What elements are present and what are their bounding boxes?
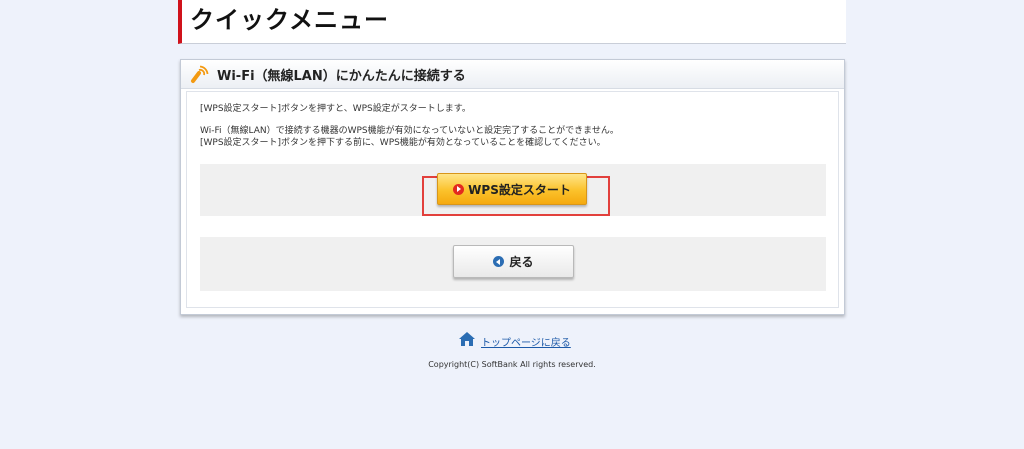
panel-header: Wi-Fi（無線LAN）にかんたんに接続する — [181, 60, 844, 89]
description-line-1: [WPS設定スタート]ボタンを押すと、WPS設定がスタートします。 — [200, 104, 471, 114]
panel-body: [WPS設定スタート]ボタンを押すと、WPS設定がスタートします。 Wi-Fi（… — [186, 91, 839, 308]
play-icon — [453, 183, 465, 195]
back-button-label: 戻る — [509, 255, 534, 269]
panel-title: Wi-Fi（無線LAN）にかんたんに接続する — [217, 68, 466, 84]
description-line-2: Wi-Fi（無線LAN）で接続する機器のWPS機能が有効になっていないと設定完了… — [200, 126, 619, 136]
description-line-3: [WPS設定スタート]ボタンを押下する前に、WPS機能が有効となっていることを確… — [200, 138, 606, 148]
home-icon — [458, 331, 476, 351]
wps-start-button[interactable]: WPS設定スタート — [437, 173, 587, 205]
top-page-link-text[interactable]: トップページに戻る — [481, 334, 571, 349]
page-title: クイックメニュー — [190, 6, 390, 34]
title-bar: クイックメニュー — [178, 0, 846, 44]
back-arrow-icon — [493, 256, 505, 267]
wifi-connect-panel: Wi-Fi（無線LAN）にかんたんに接続する [WPS設定スタート]ボタンを押す… — [180, 59, 845, 315]
page: クイックメニュー Wi-Fi（無線LAN）にかんたんに接続する [WPS設定スタ… — [0, 0, 1024, 449]
wifi-antenna-icon — [189, 63, 211, 85]
top-page-link[interactable]: トップページに戻る — [458, 331, 571, 351]
copyright-text: Copyright(C) SoftBank All rights reserve… — [428, 360, 596, 369]
back-button[interactable]: 戻る — [453, 245, 574, 278]
wps-start-button-label: WPS設定スタート — [468, 182, 571, 197]
